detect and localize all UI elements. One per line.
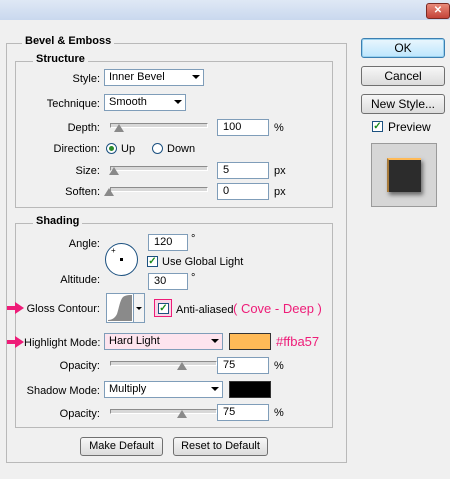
use-global-light-label: Use Global Light xyxy=(162,256,244,268)
use-global-light-checkbox[interactable]: ✓ xyxy=(147,256,158,267)
shadow-mode-value: Multiply xyxy=(109,383,147,395)
contour-annotation: ( Cove - Deep ) xyxy=(233,301,322,316)
depth-slider-thumb[interactable] xyxy=(114,124,124,132)
style-label: Style: xyxy=(72,73,100,85)
soften-slider-track[interactable] xyxy=(110,187,208,192)
technique-value: Smooth xyxy=(109,96,147,108)
soften-label: Soften: xyxy=(65,186,100,198)
contour-curve-icon xyxy=(108,295,132,321)
highlight-opacity-input[interactable]: 75 xyxy=(217,357,269,374)
chevron-down-icon xyxy=(211,339,219,343)
bevel-emboss-title: Bevel & Emboss xyxy=(22,35,115,47)
shadow-opacity-slider-track[interactable] xyxy=(110,409,217,414)
highlight-color-swatch[interactable] xyxy=(229,333,271,350)
highlight-opacity-slider-thumb[interactable] xyxy=(177,362,187,370)
color-annotation: #ffba57 xyxy=(276,334,320,349)
cancel-button[interactable]: Cancel xyxy=(361,66,445,86)
size-label: Size: xyxy=(75,165,100,177)
direction-up-radio[interactable] xyxy=(106,143,117,154)
angle-label: Angle: xyxy=(68,238,100,250)
anti-aliased-label: Anti-aliased xyxy=(176,304,234,316)
highlight-mode-value: Hard Light xyxy=(109,335,160,347)
highlight-opacity-label: Opacity: xyxy=(59,360,100,372)
new-style-button[interactable]: New Style... xyxy=(361,94,445,114)
altitude-label: Altitude: xyxy=(60,274,100,286)
direction-down-radio[interactable] xyxy=(152,143,163,154)
ok-button[interactable]: OK xyxy=(361,38,445,58)
highlight-mode-select[interactable]: Hard Light xyxy=(104,333,223,350)
angle-unit: ° xyxy=(191,233,196,245)
style-preview-swatch xyxy=(387,158,421,192)
shadow-mode-select[interactable]: Multiply xyxy=(104,381,223,398)
gloss-contour-label: Gloss Contour: xyxy=(26,303,100,315)
angle-dial-marker: + xyxy=(111,246,116,255)
highlight-mode-label: Highlight Mode: xyxy=(24,337,101,349)
shadow-opacity-label: Opacity: xyxy=(59,408,100,420)
annotation-arrow-icon xyxy=(15,302,24,314)
altitude-input[interactable]: 30 xyxy=(148,273,188,290)
angle-input[interactable]: 120 xyxy=(148,234,188,251)
shading-title: Shading xyxy=(33,215,83,227)
soften-input[interactable]: 0 xyxy=(217,183,269,200)
chevron-down-icon xyxy=(192,75,200,79)
angle-dial-dot xyxy=(120,258,123,261)
close-button[interactable]: ✕ xyxy=(426,3,450,19)
soften-slider-thumb[interactable] xyxy=(104,188,114,196)
annotation-arrow-icon xyxy=(15,336,24,348)
title-bar xyxy=(0,0,450,20)
size-slider-track[interactable] xyxy=(110,166,208,171)
preview-label: Preview xyxy=(388,120,431,134)
depth-input[interactable]: 100 xyxy=(217,119,269,136)
reset-to-default-button[interactable]: Reset to Default xyxy=(173,437,268,456)
angle-dial[interactable]: + xyxy=(105,243,138,276)
altitude-unit: ° xyxy=(191,272,196,284)
structure-title: Structure xyxy=(33,53,88,65)
depth-slider-track[interactable] xyxy=(110,123,208,128)
style-value: Inner Bevel xyxy=(109,71,165,83)
technique-label: Technique: xyxy=(46,98,100,110)
shadow-opacity-slider-thumb[interactable] xyxy=(177,410,187,418)
gloss-contour-dropdown[interactable] xyxy=(134,293,145,323)
chevron-down-icon xyxy=(136,307,142,310)
chevron-down-icon xyxy=(211,387,219,391)
chevron-down-icon xyxy=(174,100,182,104)
shadow-opacity-input[interactable]: 75 xyxy=(217,404,269,421)
shadow-mode-label: Shadow Mode: xyxy=(26,385,100,397)
technique-select[interactable]: Smooth xyxy=(104,94,186,111)
depth-label: Depth: xyxy=(67,122,100,134)
soften-unit: px xyxy=(274,186,286,198)
preview-checkbox[interactable]: ✓ xyxy=(372,121,383,132)
anti-aliased-checkbox[interactable]: ✓ xyxy=(158,303,169,314)
highlight-opacity-slider-track[interactable] xyxy=(110,361,217,366)
style-select[interactable]: Inner Bevel xyxy=(104,69,204,86)
direction-label: Direction: xyxy=(53,143,100,155)
direction-down-label: Down xyxy=(167,143,196,155)
depth-unit: % xyxy=(274,122,284,134)
direction-up-label: Up xyxy=(121,143,136,155)
size-input[interactable]: 5 xyxy=(217,162,269,179)
size-slider-thumb[interactable] xyxy=(109,167,119,175)
shadow-color-swatch[interactable] xyxy=(229,381,271,398)
size-unit: px xyxy=(274,165,286,177)
gloss-contour-picker[interactable] xyxy=(106,293,134,323)
make-default-button[interactable]: Make Default xyxy=(80,437,163,456)
style-preview-box xyxy=(371,143,437,207)
shadow-opacity-unit: % xyxy=(274,407,284,419)
highlight-opacity-unit: % xyxy=(274,360,284,372)
